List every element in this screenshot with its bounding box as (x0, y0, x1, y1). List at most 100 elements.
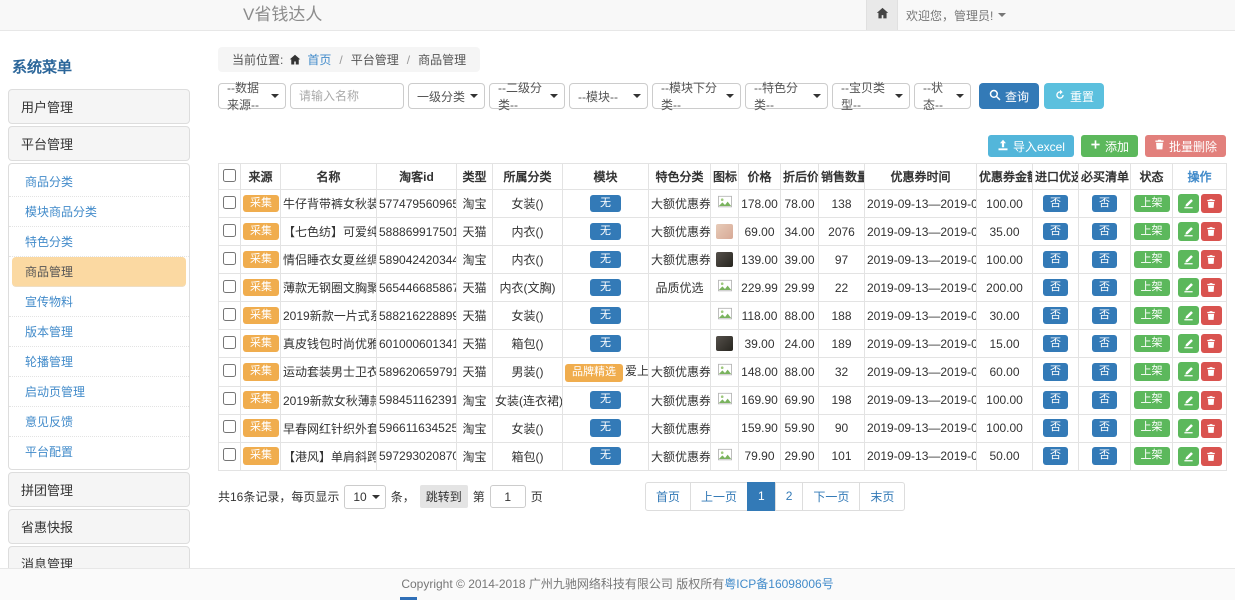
data-source-select[interactable]: --数据来源-- (218, 83, 286, 109)
jump-button[interactable]: 跳转到 (420, 485, 468, 508)
sidebar-submenu-link-active[interactable]: 商品管理 (12, 257, 186, 287)
status-select[interactable]: --状态-- (914, 83, 971, 109)
status-badge[interactable]: 上架 (1134, 223, 1170, 241)
add-button[interactable]: 添加 (1081, 135, 1138, 157)
icp-link[interactable]: 粤ICP备16098006号 (724, 577, 833, 591)
status-badge[interactable]: 上架 (1134, 335, 1170, 353)
edit-button[interactable] (1178, 222, 1199, 241)
pager-prev[interactable]: 上一页 (690, 482, 748, 511)
row-checkbox[interactable] (223, 364, 236, 377)
sidebar-submenu-link[interactable]: 模块商品分类 (9, 197, 189, 227)
delete-button[interactable] (1201, 419, 1222, 438)
row-checkbox[interactable] (223, 308, 236, 321)
item-type-select[interactable]: --宝贝类型-- (832, 83, 910, 109)
sidebar-menu-item[interactable]: 平台管理 (8, 126, 190, 161)
delete-button[interactable] (1201, 278, 1222, 297)
sidebar-submenu-link[interactable]: 版本管理 (9, 317, 189, 347)
edit-button[interactable] (1178, 278, 1199, 297)
must-buy-badge[interactable]: 否 (1092, 223, 1117, 241)
imported-badge[interactable]: 否 (1043, 447, 1068, 465)
breadcrumb-home-link[interactable]: 首页 (307, 51, 331, 68)
must-buy-badge[interactable]: 否 (1092, 363, 1117, 381)
page-number-input[interactable] (490, 485, 526, 508)
sidebar-menu-item[interactable]: 省惠快报 (8, 509, 190, 544)
row-checkbox[interactable] (223, 196, 236, 209)
module-subcategory-select[interactable]: --模块下分类-- (652, 83, 741, 109)
module-select[interactable]: --模块-- (569, 83, 648, 109)
delete-button[interactable] (1201, 447, 1222, 466)
must-buy-badge[interactable]: 否 (1092, 195, 1117, 213)
must-buy-badge[interactable]: 否 (1092, 335, 1117, 353)
pager-page-1[interactable]: 1 (747, 482, 776, 511)
edit-button[interactable] (1178, 334, 1199, 353)
row-checkbox[interactable] (223, 448, 236, 461)
imported-badge[interactable]: 否 (1043, 251, 1068, 269)
sidebar-menu-item[interactable]: 用户管理 (8, 89, 190, 124)
imported-badge[interactable]: 否 (1043, 195, 1068, 213)
edit-button[interactable] (1178, 194, 1199, 213)
imported-badge[interactable]: 否 (1043, 335, 1068, 353)
must-buy-badge[interactable]: 否 (1092, 251, 1117, 269)
select-all-checkbox[interactable] (223, 169, 236, 182)
row-checkbox[interactable] (223, 420, 236, 433)
delete-button[interactable] (1201, 391, 1222, 410)
pager-page-2[interactable]: 2 (775, 482, 804, 511)
imported-badge[interactable]: 否 (1043, 279, 1068, 297)
status-badge[interactable]: 上架 (1134, 279, 1170, 297)
must-buy-badge[interactable]: 否 (1092, 307, 1117, 325)
edit-button[interactable] (1178, 250, 1199, 269)
level1-category-select[interactable]: 一级分类 (408, 83, 485, 109)
per-page-select[interactable]: 10 (344, 485, 385, 509)
must-buy-badge[interactable]: 否 (1092, 279, 1117, 297)
sidebar-submenu-link[interactable]: 轮播管理 (9, 347, 189, 377)
edit-button[interactable] (1178, 391, 1199, 410)
edit-button[interactable] (1178, 306, 1199, 325)
delete-button[interactable] (1201, 306, 1222, 325)
must-buy-badge[interactable]: 否 (1092, 391, 1117, 409)
imported-badge[interactable]: 否 (1043, 307, 1068, 325)
status-badge[interactable]: 上架 (1134, 251, 1170, 269)
import-excel-button[interactable]: 导入excel (988, 135, 1074, 157)
sidebar-menu-item[interactable]: 拼团管理 (8, 472, 190, 507)
must-buy-badge[interactable]: 否 (1092, 447, 1117, 465)
imported-badge[interactable]: 否 (1043, 363, 1068, 381)
delete-button[interactable] (1201, 334, 1222, 353)
status-badge[interactable]: 上架 (1134, 447, 1170, 465)
sidebar-submenu-link[interactable]: 商品分类 (9, 167, 189, 197)
row-checkbox[interactable] (223, 280, 236, 293)
status-badge[interactable]: 上架 (1134, 363, 1170, 381)
row-checkbox[interactable] (223, 392, 236, 405)
row-checkbox[interactable] (223, 224, 236, 237)
must-buy-badge[interactable]: 否 (1092, 419, 1117, 437)
sidebar-submenu-link[interactable]: 宣传物料 (9, 287, 189, 317)
delete-button[interactable] (1201, 222, 1222, 241)
sidebar-submenu-link[interactable]: 意见反馈 (9, 407, 189, 437)
pager-next[interactable]: 下一页 (802, 482, 860, 511)
status-badge[interactable]: 上架 (1134, 195, 1170, 213)
sidebar-submenu-link[interactable]: 特色分类 (9, 227, 189, 257)
status-badge[interactable]: 上架 (1134, 307, 1170, 325)
edit-button[interactable] (1178, 447, 1199, 466)
user-menu[interactable]: 欢迎您，管理员! (906, 0, 1006, 30)
name-search-input[interactable] (290, 83, 404, 109)
imported-badge[interactable]: 否 (1043, 391, 1068, 409)
sidebar-submenu-link[interactable]: 平台配置 (9, 437, 189, 466)
search-button[interactable]: 查询 (979, 83, 1039, 109)
home-button[interactable] (866, 0, 898, 30)
pager-first[interactable]: 首页 (645, 482, 691, 511)
delete-button[interactable] (1201, 362, 1222, 381)
status-badge[interactable]: 上架 (1134, 419, 1170, 437)
row-checkbox[interactable] (223, 252, 236, 265)
imported-badge[interactable]: 否 (1043, 223, 1068, 241)
row-checkbox[interactable] (223, 336, 236, 349)
edit-button[interactable] (1178, 419, 1199, 438)
feature-category-select[interactable]: --特色分类-- (745, 83, 828, 109)
status-badge[interactable]: 上架 (1134, 391, 1170, 409)
reset-button[interactable]: 重置 (1044, 83, 1104, 109)
batch-delete-button[interactable]: 批量删除 (1145, 135, 1226, 157)
delete-button[interactable] (1201, 250, 1222, 269)
delete-button[interactable] (1201, 194, 1222, 213)
level2-category-select[interactable]: --二级分类-- (489, 83, 565, 109)
pager-last[interactable]: 末页 (859, 482, 905, 511)
sidebar-submenu-link[interactable]: 启动页管理 (9, 377, 189, 407)
